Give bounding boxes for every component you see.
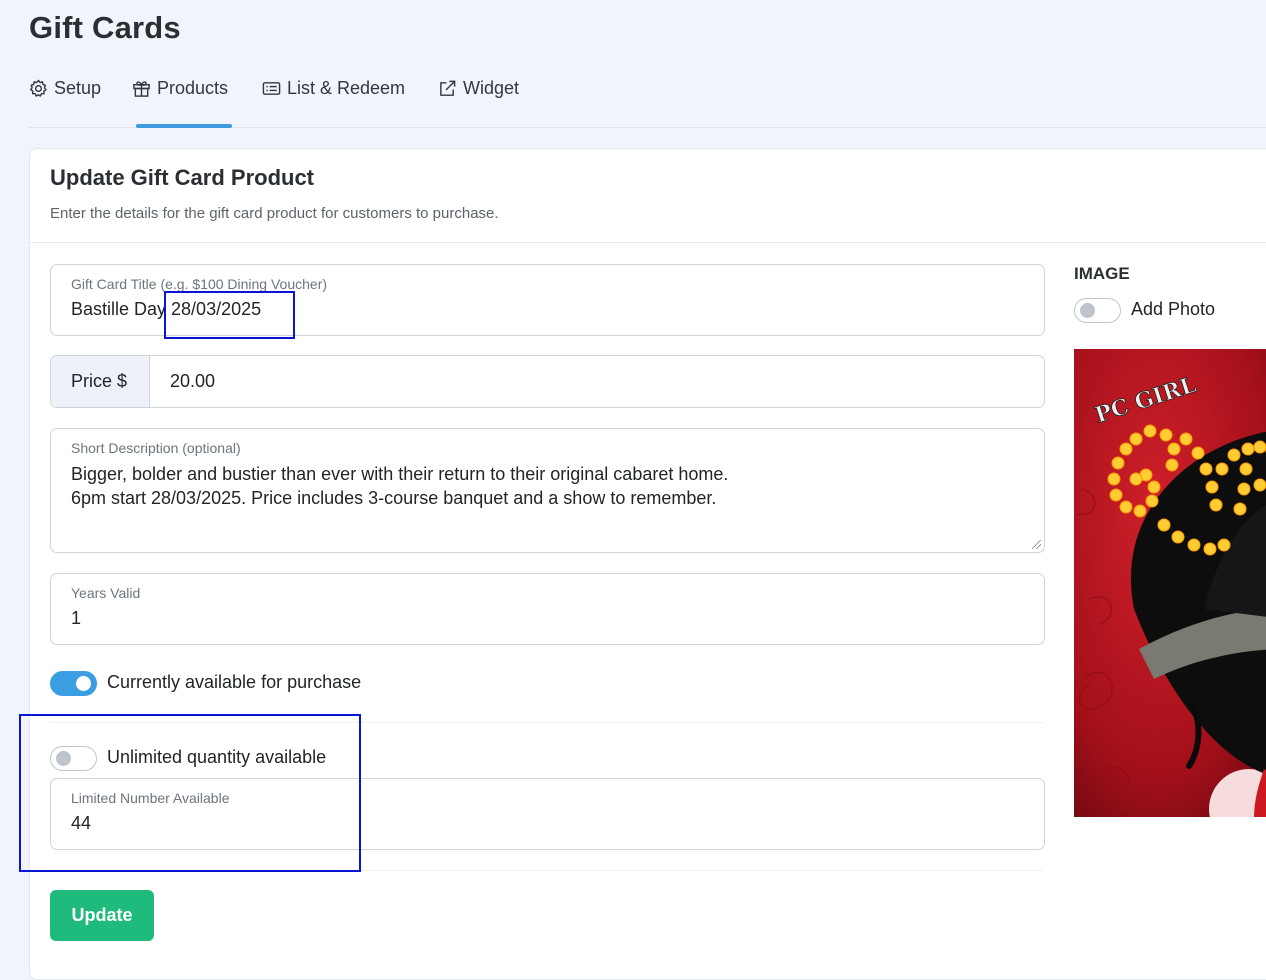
short-description-field[interactable]: Short Description (optional) Bigger, bol… [50,428,1045,553]
tab-products[interactable]: Products [132,72,233,128]
external-link-icon [438,79,457,98]
short-description-value: Bigger, bolder and bustier than ever wit… [71,464,729,508]
card-header: Update Gift Card Product Enter the detai… [30,149,1266,243]
gift-card-title-field[interactable]: Gift Card Title (e.g. $100 Dining Vouche… [50,264,1045,336]
short-description-label: Short Description (optional) [71,440,241,456]
tab-widget-label: Widget [463,78,520,98]
years-valid-field[interactable]: Years Valid 1 [50,573,1045,645]
limited-number-value: 44 [71,813,92,833]
gift-card-title-value: Bastille Day 28/03/2025 [71,299,262,319]
tab-list-redeem[interactable]: List & Redeem [262,72,405,127]
price-input-group: Price $ 20.00 [50,355,1045,408]
toggle-knob [1080,303,1095,318]
gift-card-title-label: Gift Card Title (e.g. $100 Dining Vouche… [71,276,328,292]
toggle-knob [56,751,71,766]
unlimited-toggle-label: Unlimited quantity available [107,747,327,767]
available-toggle-label: Currently available for purchase [107,672,362,692]
page-title: Gift Cards [29,10,181,45]
years-valid-label: Years Valid [71,585,141,601]
available-toggle[interactable] [50,671,97,696]
unlimited-toggle[interactable] [50,746,97,771]
tab-setup[interactable]: Setup [29,72,101,127]
card-title: Update Gift Card Product [50,165,315,190]
tab-bar: Setup Products List & Redeem Widget [29,72,1266,128]
list-card-icon [262,79,281,98]
image-section-title: IMAGE [1074,264,1130,283]
divider [50,722,1043,723]
update-product-card: Update Gift Card Product Enter the detai… [29,148,1266,980]
years-valid-value: 1 [71,608,82,628]
add-photo-toggle[interactable] [1074,298,1121,323]
gift-icon [132,79,151,98]
price-addon: Price $ [51,356,150,407]
card-subtitle: Enter the details for the gift card prod… [50,205,499,222]
tab-list-redeem-label: List & Redeem [287,78,406,98]
price-input[interactable]: 20.00 [150,356,1044,407]
tab-setup-label: Setup [54,78,102,98]
add-photo-label: Add Photo [1131,299,1216,319]
limited-number-field[interactable]: Limited Number Available 44 [50,778,1045,850]
gear-icon [29,79,48,98]
tab-widget[interactable]: Widget [438,72,519,127]
update-button[interactable]: Update [50,890,154,941]
limited-number-label: Limited Number Available [71,790,230,806]
tab-products-label: Products [157,78,229,98]
divider [50,870,1043,871]
resize-handle-icon[interactable] [1032,540,1041,549]
toggle-knob [76,676,91,691]
product-image: PC GIRL [1074,349,1266,817]
